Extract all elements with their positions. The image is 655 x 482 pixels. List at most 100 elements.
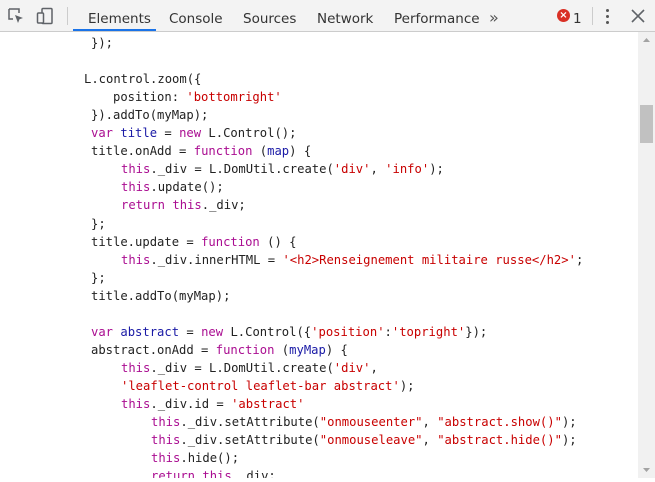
device-toolbar-icon[interactable] bbox=[36, 7, 54, 25]
code-token: abstract.onAdd = bbox=[91, 343, 216, 357]
code-token: "onmouseenter" bbox=[319, 415, 423, 429]
code-line: this.update(); bbox=[121, 178, 224, 196]
code-line: title.update = function () { bbox=[91, 233, 296, 251]
more-options-icon[interactable] bbox=[603, 8, 613, 24]
source-code-view[interactable]: }); L.control.zoom({ position: 'bottomrigh… bbox=[0, 32, 638, 478]
code-token: = bbox=[157, 126, 180, 140]
more-tabs-icon[interactable]: » bbox=[489, 0, 499, 32]
tab-performance[interactable]: Performance bbox=[394, 0, 480, 32]
code-token: new bbox=[179, 126, 209, 140]
code-token: 'div' bbox=[333, 162, 371, 176]
code-token: ); bbox=[399, 379, 415, 393]
error-badge-symbol: × bbox=[559, 10, 568, 21]
code-token: = bbox=[179, 325, 202, 339]
scroll-up-arrow-icon[interactable] bbox=[638, 32, 655, 49]
vertical-scrollbar[interactable] bbox=[638, 32, 655, 478]
code-line: var abstract = new L.Control({'position'… bbox=[91, 323, 487, 341]
error-count[interactable]: 1 bbox=[573, 0, 582, 32]
code-token: this bbox=[121, 180, 151, 194]
code-token: , bbox=[422, 415, 438, 429]
code-token: return bbox=[151, 469, 203, 478]
code-token: , bbox=[370, 361, 378, 375]
code-token: title.update = bbox=[91, 235, 202, 249]
code-token: "abstract.show()" bbox=[437, 415, 562, 429]
code-token: this bbox=[121, 253, 151, 267]
element-picker-icon[interactable] bbox=[7, 7, 25, 25]
code-token: .hide(); bbox=[180, 451, 240, 465]
code-token: var bbox=[91, 126, 121, 140]
code-token: new bbox=[201, 325, 231, 339]
code-token: abstract bbox=[120, 325, 180, 339]
code-line: position: 'bottomright' bbox=[113, 88, 282, 106]
code-token: ._div.setAttribute( bbox=[180, 433, 320, 447]
code-token: ._div; bbox=[201, 198, 246, 212]
code-token: }); bbox=[91, 36, 114, 50]
code-token: map bbox=[267, 144, 290, 158]
code-token: this bbox=[121, 162, 151, 176]
code-token: }; bbox=[91, 217, 106, 231]
tab-console[interactable]: Console bbox=[169, 0, 223, 32]
code-token: this bbox=[151, 433, 181, 447]
code-token: ; bbox=[575, 253, 584, 267]
tab-sources[interactable]: Sources bbox=[243, 0, 296, 32]
code-token: }).addTo(myMap); bbox=[91, 108, 209, 122]
code-line: this._div.setAttribute("onmouseenter", "… bbox=[151, 413, 577, 431]
code-token: position: bbox=[113, 90, 187, 104]
code-token: , bbox=[370, 162, 386, 176]
code-token: "abstract.hide()" bbox=[437, 433, 562, 447]
code-token: ._div.id = bbox=[150, 397, 232, 411]
close-icon[interactable] bbox=[630, 7, 646, 25]
code-line: abstract.onAdd = function (myMap) { bbox=[91, 341, 348, 359]
code-token: }; bbox=[91, 271, 106, 285]
code-line: this._div = L.DomUtil.create('div', bbox=[121, 359, 378, 377]
code-token: ._div.innerHTML = bbox=[150, 253, 283, 267]
code-token: 'abstract' bbox=[231, 397, 305, 411]
code-token: this bbox=[172, 198, 202, 212]
code-token: ._div; bbox=[231, 469, 276, 478]
code-token: L.Control({ bbox=[230, 325, 312, 339]
code-line: }).addTo(myMap); bbox=[91, 106, 208, 124]
code-token: function bbox=[193, 144, 260, 158]
code-token: this bbox=[202, 469, 232, 478]
code-line: 'leaflet-control leaflet-bar abstract'); bbox=[121, 377, 415, 395]
code-token: myMap bbox=[289, 343, 326, 357]
code-token: }); bbox=[465, 325, 488, 339]
code-token: "onmouseleave" bbox=[319, 433, 423, 447]
error-icon[interactable]: × bbox=[557, 9, 570, 22]
code-line: var title = new L.Control(); bbox=[91, 124, 296, 142]
code-line: title.onAdd = function (map) { bbox=[91, 142, 311, 160]
code-token: ); bbox=[561, 415, 577, 429]
code-token: ); bbox=[561, 433, 577, 447]
code-token: 'bottomright' bbox=[186, 90, 282, 104]
code-token: ._div = L.DomUtil.create( bbox=[150, 361, 334, 375]
code-token: ._div.setAttribute( bbox=[180, 415, 320, 429]
code-line: }; bbox=[91, 215, 106, 233]
code-token: () { bbox=[267, 235, 297, 249]
code-token: title bbox=[120, 126, 158, 140]
code-token: L.control.zoom({ bbox=[84, 72, 202, 86]
code-token: L.Control(); bbox=[208, 126, 297, 140]
code-token: 'position' bbox=[311, 325, 385, 339]
code-token: title.addTo(myMap); bbox=[91, 289, 231, 303]
code-line: this._div.id = 'abstract' bbox=[121, 395, 304, 413]
code-token: return bbox=[121, 198, 173, 212]
code-token: '<h2>Renseignement militaire russe</h2>' bbox=[282, 253, 576, 267]
tab-network[interactable]: Network bbox=[317, 0, 373, 32]
code-token: this bbox=[121, 397, 151, 411]
scrollbar-thumb[interactable] bbox=[640, 105, 653, 143]
devtools-toolbar: Elements Console Sources Network Perform… bbox=[0, 0, 655, 32]
code-line: this._div.setAttribute("onmouseleave", "… bbox=[151, 431, 577, 449]
code-token: .update(); bbox=[150, 180, 224, 194]
code-token: ) { bbox=[289, 144, 312, 158]
code-token: this bbox=[151, 451, 181, 465]
scroll-down-arrow-icon[interactable] bbox=[638, 461, 655, 478]
code-line: this._div = L.DomUtil.create('div', 'inf… bbox=[121, 160, 444, 178]
toolbar-divider bbox=[67, 7, 68, 25]
code-token: var bbox=[91, 325, 121, 339]
code-line: }); bbox=[91, 34, 113, 52]
code-line: this._div.innerHTML = '<h2>Renseignement… bbox=[121, 251, 583, 269]
code-line: L.control.zoom({ bbox=[84, 70, 201, 88]
code-token: ); bbox=[429, 162, 444, 176]
code-token: 'leaflet-control leaflet-bar abstract' bbox=[121, 379, 400, 393]
tab-elements[interactable]: Elements bbox=[88, 0, 151, 32]
